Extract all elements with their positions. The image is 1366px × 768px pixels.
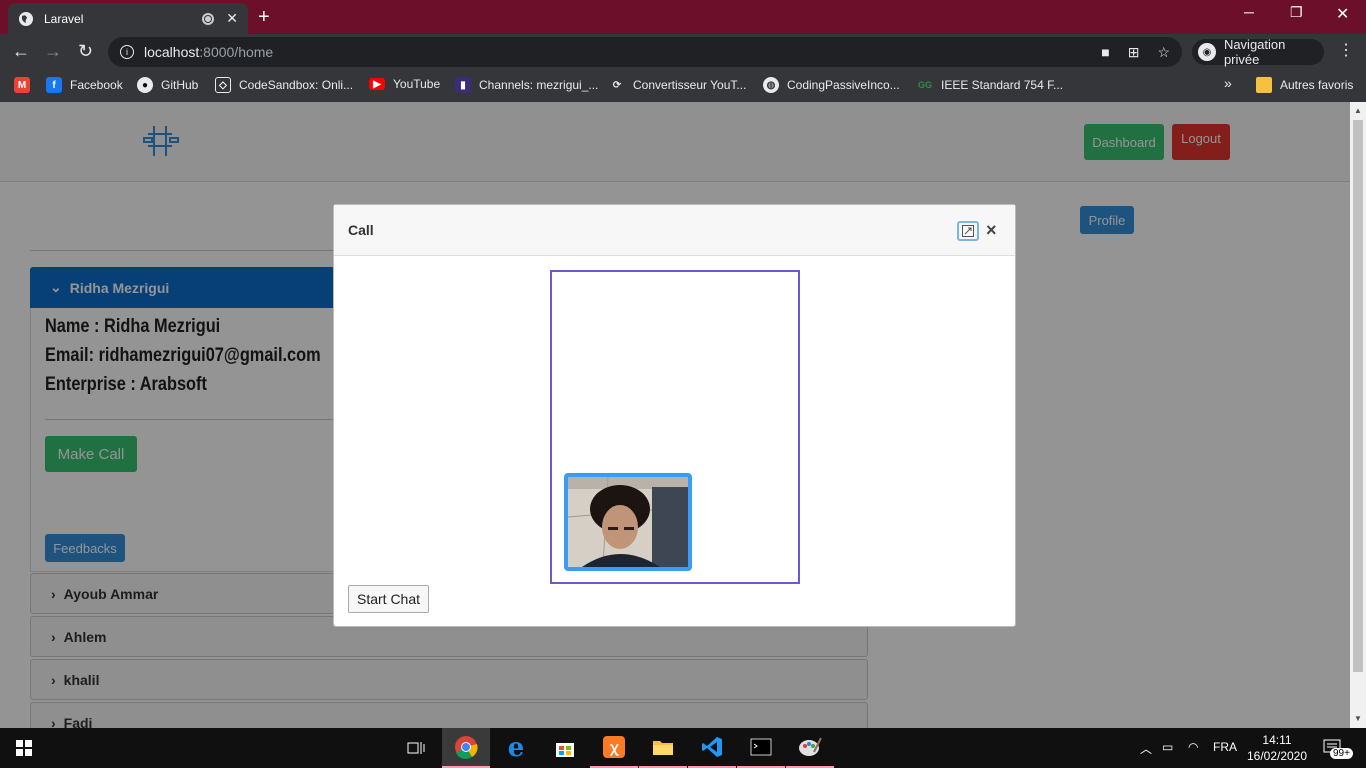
folder-icon [1256,77,1272,93]
windows-start-icon[interactable] [16,740,32,756]
chrome-icon[interactable] [442,728,490,768]
new-tab-button[interactable]: + [258,6,270,29]
github-icon: ● [137,77,153,93]
bookmark-label: Channels: mezrigui_... [479,78,599,92]
store-icon[interactable] [541,728,589,768]
converter-icon: ⟳ [612,79,622,91]
gg-icon: GG [917,80,932,90]
bookmark-facebook[interactable]: f Facebook [46,77,123,93]
bookmark-label: Autres favoris [1280,78,1354,92]
maximize-button[interactable]: ❐ [1290,4,1303,21]
recording-icon [202,12,215,25]
codesandbox-icon: ◇ [215,77,231,93]
bookmark-channels[interactable]: ▮ Channels: mezrigui_... [455,77,598,93]
window-close-button[interactable]: ✕ [1336,4,1349,24]
xampp-icon[interactable]: ꭓ [590,728,638,768]
bookmark-youtube[interactable]: ▶ YouTube [369,77,440,91]
language-indicator[interactable]: FRA [1213,740,1237,754]
info-icon[interactable]: i [120,45,134,59]
local-video [564,473,692,571]
close-icon[interactable]: × [986,220,997,241]
system-clock[interactable]: 14:11 16/02/2020 [1246,732,1308,764]
start-chat-button[interactable]: Start Chat [348,585,429,613]
bookmark-label: YouTube [393,77,441,91]
back-button[interactable]: ← [12,42,30,60]
wifi-icon[interactable]: ◠ [1188,740,1198,754]
tab-title: Laravel [44,11,84,26]
incognito-icon: ◉ [1198,43,1216,61]
browser-titlebar: Laravel ✕ + ─ ❐ ✕ [0,0,1366,34]
youtube-icon: ▶ [369,78,385,90]
incognito-label: Navigation privée [1223,37,1286,67]
address-bar[interactable]: i localhost:8000/home ■ ⊞ ☆ [108,37,1182,67]
browser-toolbar: ← → ↻ i localhost:8000/home ■ ⊞ ☆ ◉ Navi… [0,34,1366,70]
paint-icon[interactable] [786,728,834,768]
bookmark-codingpassive[interactable]: ◍ CodingPassiveInco... [763,77,900,93]
reload-button[interactable]: ↻ [78,42,93,60]
globe-icon [19,11,33,26]
scroll-up-icon[interactable]: ▲ [1354,106,1362,115]
channels-icon: ▮ [455,77,471,93]
url-path: :8000/home [199,44,274,60]
camera-icon[interactable]: ■ [1101,44,1109,61]
gmail-icon: M [14,77,30,93]
tab-laravel[interactable]: Laravel ✕ [8,3,248,34]
scroll-down-icon[interactable]: ▼ [1354,714,1362,723]
call-modal: Call × Start Chat [333,204,1016,627]
windows-taskbar: e ꭓ ︿ ▭ ◠ FRA 14:11 16/02/2020 99+ [0,728,1366,768]
other-bookmarks-folder[interactable]: Autres favoris [1256,77,1353,93]
modal-title: Call [334,205,1015,256]
webcam-image [568,477,688,567]
globe-icon: ◍ [763,77,779,93]
page-scrollbar[interactable]: ▲ ▼ [1350,102,1366,728]
show-hidden-icons[interactable]: ︿ [1140,740,1152,757]
bookmark-ieee[interactable]: GG IEEE Standard 754 F... [917,77,1063,93]
vscode-icon[interactable] [688,728,736,768]
bookmark-label: Convertisseur YouT... [633,78,747,92]
file-explorer-icon[interactable] [639,728,687,768]
expand-icon[interactable] [957,221,979,241]
bookmark-label: CodingPassiveInco... [787,78,900,92]
url-host: localhost [144,44,200,60]
forward-button[interactable]: → [44,42,62,60]
bookmark-label: GitHub [161,78,199,92]
facebook-icon: f [46,77,62,93]
translate-icon[interactable]: ⊞ [1128,44,1140,61]
task-view-icon[interactable] [392,728,440,768]
notification-badge: 99+ [1330,748,1353,759]
star-icon[interactable]: ☆ [1157,44,1170,61]
browser-menu-icon[interactable]: ⋮ [1338,40,1354,60]
incognito-indicator[interactable]: ◉ Navigation privée [1192,37,1324,67]
bookmarks-bar: M f Facebook ● GitHub ◇ CodeSandbox: Onl… [0,70,1366,102]
remote-video [550,270,800,584]
expand-arrow-icon [962,225,974,237]
bookmark-gmail[interactable]: M [14,77,38,93]
terminal-icon[interactable] [737,728,785,768]
page-content: Dashboard Logout Profile ⌄ Ridha Mezrigu… [0,102,1350,728]
minimize-button[interactable]: ─ [1244,4,1254,20]
clock-time: 14:11 [1262,733,1292,747]
scroll-thumb[interactable] [1353,120,1363,672]
bookmark-codesandbox[interactable]: ◇ CodeSandbox: Onli... [215,77,353,93]
more-bookmarks-button[interactable]: » [1224,75,1232,91]
clock-date: 16/02/2020 [1246,749,1308,763]
notification-center-icon[interactable]: 99+ [1322,738,1353,759]
edge-icon[interactable]: e [492,728,540,768]
bookmark-label: CodeSandbox: Onli... [239,78,354,92]
battery-icon[interactable]: ▭ [1162,740,1173,754]
bookmark-converter[interactable]: ⟳ Convertisseur YouT... [609,77,747,93]
bookmark-label: Facebook [70,78,123,92]
tab-close-icon[interactable]: ✕ [226,10,238,27]
bookmark-github[interactable]: ● GitHub [137,77,198,93]
bookmark-label: IEEE Standard 754 F... [941,78,1064,92]
